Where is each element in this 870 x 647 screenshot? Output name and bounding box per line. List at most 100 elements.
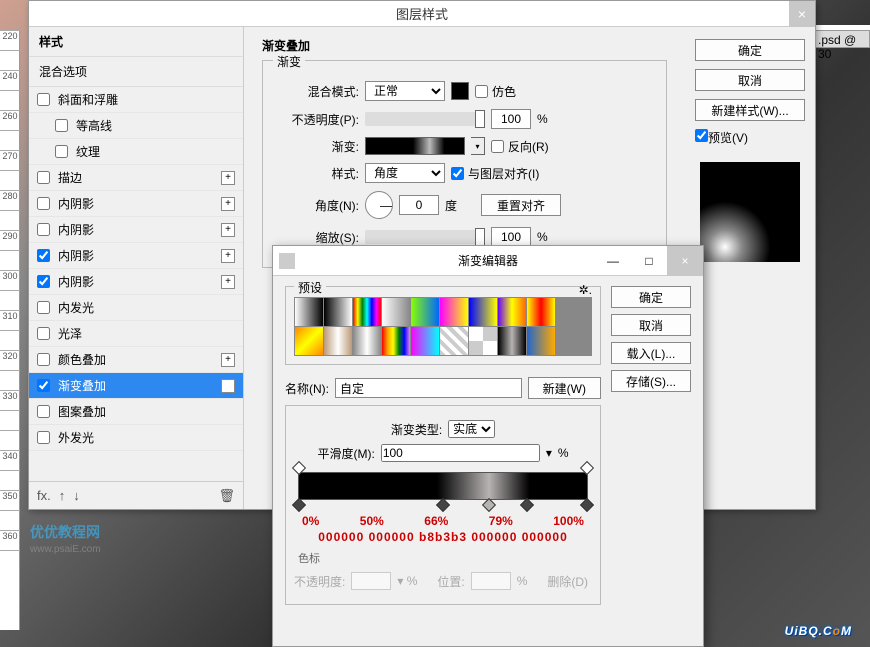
effect-row-0[interactable]: 斜面和浮雕 (29, 87, 243, 113)
preset-swatch[interactable] (411, 298, 439, 326)
styles-header[interactable]: 样式 (29, 27, 243, 57)
effect-checkbox[interactable] (37, 327, 50, 340)
gradient-name-input[interactable] (335, 378, 522, 398)
fx-menu-icon[interactable]: fx. (37, 488, 51, 503)
ge-cancel-button[interactable]: 取消 (611, 314, 691, 336)
ok-button[interactable]: 确定 (695, 39, 805, 61)
effect-row-13[interactable]: 外发光 (29, 425, 243, 451)
effect-row-12[interactable]: 图案叠加 (29, 399, 243, 425)
blend-color-swatch[interactable] (451, 82, 469, 100)
color-stop[interactable] (436, 498, 450, 512)
opacity-stop[interactable] (580, 461, 594, 475)
add-effect-icon[interactable]: + (221, 353, 235, 367)
align-checkbox[interactable]: 与图层对齐(I) (451, 165, 539, 182)
effect-row-7[interactable]: 内阴影+ (29, 269, 243, 295)
ge-save-button[interactable]: 存储(S)... (611, 370, 691, 392)
effect-row-2[interactable]: 纹理 (29, 139, 243, 165)
color-stop[interactable] (580, 498, 594, 512)
angle-input[interactable] (399, 195, 439, 215)
effect-checkbox[interactable] (37, 431, 50, 444)
close-icon[interactable]: × (789, 1, 815, 27)
preset-swatch[interactable] (440, 298, 468, 326)
effect-checkbox[interactable] (37, 171, 50, 184)
ge-ok-button[interactable]: 确定 (611, 286, 691, 308)
angle-dial[interactable] (365, 191, 393, 219)
scale-slider[interactable] (365, 230, 485, 244)
preset-swatch[interactable] (469, 298, 497, 326)
effect-checkbox[interactable] (55, 119, 68, 132)
add-effect-icon[interactable]: + (221, 379, 235, 393)
effect-checkbox[interactable] (37, 275, 50, 288)
add-effect-icon[interactable]: + (221, 197, 235, 211)
effect-checkbox[interactable] (37, 249, 50, 262)
preset-swatch[interactable] (411, 327, 439, 355)
opacity-input[interactable] (491, 109, 531, 129)
effect-checkbox[interactable] (37, 93, 50, 106)
effect-row-1[interactable]: 等高线 (29, 113, 243, 139)
gradient-editor-titlebar[interactable]: 渐变编辑器 — □ × (273, 246, 703, 276)
add-effect-icon[interactable]: + (221, 249, 235, 263)
new-style-button[interactable]: 新建样式(W)... (695, 99, 805, 121)
effect-row-6[interactable]: 内阴影+ (29, 243, 243, 269)
preset-swatch[interactable] (324, 327, 352, 355)
close-icon[interactable]: × (667, 246, 703, 276)
add-effect-icon[interactable]: + (221, 223, 235, 237)
scale-input[interactable] (491, 227, 531, 247)
gradient-type-select[interactable]: 实底 (448, 420, 495, 438)
preset-swatch[interactable] (382, 298, 410, 326)
add-effect-icon[interactable]: + (221, 275, 235, 289)
effect-row-9[interactable]: 光泽 (29, 321, 243, 347)
gradient-dropdown-icon[interactable]: ▾ (471, 137, 485, 155)
preset-swatch[interactable] (527, 327, 555, 355)
effect-checkbox[interactable] (55, 145, 68, 158)
color-stop[interactable] (292, 498, 306, 512)
preset-swatch[interactable] (469, 327, 497, 355)
gradient-swatch[interactable] (365, 137, 465, 155)
effect-checkbox[interactable] (37, 301, 50, 314)
position-input[interactable] (471, 572, 511, 590)
maximize-icon[interactable]: □ (631, 246, 667, 276)
effect-row-10[interactable]: 颜色叠加+ (29, 347, 243, 373)
preset-swatch[interactable] (353, 327, 381, 355)
minimize-icon[interactable]: — (595, 246, 631, 276)
smooth-dropdown-icon[interactable]: ▾ (546, 446, 552, 460)
color-stop[interactable] (482, 498, 496, 512)
preset-swatch[interactable] (498, 298, 526, 326)
blend-mode-select[interactable]: 正常 (365, 81, 445, 101)
ge-load-button[interactable]: 载入(L)... (611, 342, 691, 364)
preset-swatch[interactable] (527, 298, 555, 326)
preset-swatch[interactable] (382, 327, 410, 355)
trash-icon[interactable]: 🗑 (218, 488, 235, 504)
preset-swatch[interactable] (295, 298, 323, 326)
add-effect-icon[interactable]: + (221, 171, 235, 185)
opacity-slider[interactable] (365, 112, 485, 126)
opacity-stop-input[interactable] (351, 572, 391, 590)
effect-checkbox[interactable] (37, 197, 50, 210)
reset-align-button[interactable]: 重置对齐 (481, 194, 561, 216)
document-tab[interactable]: .psd @ 30 (815, 30, 870, 48)
blend-options-header[interactable]: 混合选项 (29, 57, 243, 87)
gradient-bar[interactable] (298, 472, 588, 500)
effect-row-5[interactable]: 内阴影+ (29, 217, 243, 243)
gear-icon[interactable]: ✲. (579, 283, 592, 297)
preset-swatch[interactable] (295, 327, 323, 355)
effect-row-3[interactable]: 描边+ (29, 165, 243, 191)
preset-swatch[interactable] (440, 327, 468, 355)
preset-swatch[interactable] (498, 327, 526, 355)
arrow-up-icon[interactable]: ↑ (59, 488, 66, 503)
preset-swatch[interactable] (324, 298, 352, 326)
cancel-button[interactable]: 取消 (695, 69, 805, 91)
preset-swatch[interactable] (353, 298, 381, 326)
effect-checkbox[interactable] (37, 223, 50, 236)
effect-checkbox[interactable] (37, 379, 50, 392)
preview-checkbox[interactable]: 预览(V) (695, 129, 805, 146)
reverse-checkbox[interactable]: 反向(R) (491, 138, 549, 155)
opacity-stop[interactable] (292, 461, 306, 475)
new-gradient-button[interactable]: 新建(W) (528, 377, 601, 399)
arrow-down-icon[interactable]: ↓ (73, 488, 80, 503)
delete-stop-button[interactable]: 删除(D) (547, 573, 588, 590)
color-stop[interactable] (519, 498, 533, 512)
smoothness-input[interactable] (381, 444, 540, 462)
effect-row-4[interactable]: 内阴影+ (29, 191, 243, 217)
effect-checkbox[interactable] (37, 353, 50, 366)
